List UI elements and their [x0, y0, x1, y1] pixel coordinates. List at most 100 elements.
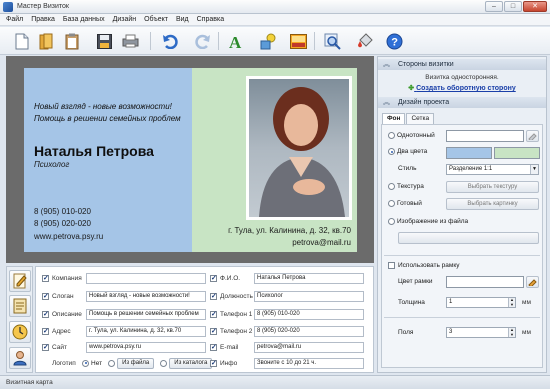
phone-2-checkbox[interactable]: ✓ [210, 327, 217, 335]
save-button[interactable] [94, 31, 114, 51]
frame-color-picker-button[interactable] [526, 276, 539, 288]
solid-color-picker-button[interactable] [526, 130, 539, 142]
card-photo[interactable] [246, 76, 352, 220]
logo-file-radio[interactable] [108, 359, 116, 367]
logo-label: Логотип [52, 359, 76, 367]
edit-document-icon [13, 273, 27, 289]
card-canvas: Новый взгляд - новые возможности! Помощь… [6, 56, 374, 263]
card-phone-2[interactable]: 8 (905) 020-020 [34, 219, 91, 228]
solid-radio[interactable] [388, 132, 395, 139]
paint-button[interactable] [354, 31, 374, 51]
add-text-button[interactable]: A [226, 31, 246, 51]
style-select[interactable]: Разделение 1:1 ▼ [446, 164, 539, 175]
two-colors-radio[interactable] [388, 148, 395, 155]
email-field[interactable]: petrova@mail.ru [254, 341, 364, 353]
redo-button[interactable] [192, 31, 212, 51]
card-slogan[interactable]: Новый взгляд - новые возможности! [34, 102, 172, 111]
texture-radio[interactable] [388, 183, 395, 190]
templates-button[interactable] [9, 295, 31, 317]
card-phone-1[interactable]: 8 (905) 010-020 [34, 207, 91, 216]
menu-help[interactable]: Справка [197, 16, 224, 23]
portrait-illustration [259, 87, 345, 217]
menu-edit[interactable]: Правка [31, 16, 55, 23]
history-button[interactable] [9, 321, 31, 343]
card-post[interactable]: Психолог [34, 160, 69, 169]
tab-grid[interactable]: Сетка [406, 113, 435, 124]
phone-1-checkbox[interactable]: ✓ [210, 310, 217, 318]
color-a-swatch[interactable] [446, 147, 492, 159]
thickness-stepper[interactable]: 1 ▲ ▼ [446, 297, 516, 308]
card-description[interactable]: Помощь в решении семейных проблем [34, 114, 181, 123]
help-button[interactable]: ? [384, 31, 404, 51]
phone-1-field[interactable]: 8 (905) 010-020 [254, 308, 364, 320]
margins-stepper[interactable]: 3 ▲ ▼ [446, 327, 516, 338]
undo-button[interactable] [160, 31, 180, 51]
company-checkbox[interactable]: ✓ [42, 274, 49, 282]
image-file-button[interactable] [398, 232, 539, 244]
add-shape-button[interactable] [258, 31, 278, 51]
phone-2-field[interactable]: 8 (905) 020-020 [254, 325, 364, 337]
info-field[interactable]: Звоните с 10 до 21 ч. [254, 357, 364, 369]
menu-design[interactable]: Дизайн [113, 16, 137, 23]
tab-background[interactable]: Фон [382, 113, 406, 124]
shapes-icon [260, 33, 275, 49]
choose-picture-button[interactable]: Выбрать картинку [446, 198, 539, 210]
maximize-button[interactable]: □ [504, 1, 522, 12]
collapse-chevron-icon: ︽ [383, 99, 390, 106]
choose-texture-button[interactable]: Выбрать текстуру [446, 181, 539, 193]
new-document-button[interactable] [12, 31, 32, 51]
menu-object[interactable]: Объект [144, 16, 168, 23]
description-checkbox[interactable]: ✓ [42, 310, 49, 318]
site-field[interactable]: www.petrova.psy.ru [86, 341, 206, 353]
business-card[interactable]: Новый взгляд - новые возможности! Помощь… [24, 68, 357, 252]
card-address[interactable]: г. Тула, ул. Калинина, д. 32, кв.70 [228, 226, 351, 235]
solid-color-swatch[interactable] [446, 130, 524, 142]
color-b-swatch[interactable] [494, 147, 540, 159]
add-image-button[interactable] [288, 31, 308, 51]
logo-from-file-button[interactable]: Из файла [117, 357, 155, 369]
logo-row: Логотип Нет Из файла Из каталога [42, 357, 213, 369]
close-button[interactable]: ✕ [523, 1, 547, 12]
use-frame-checkbox[interactable]: ✓ [388, 262, 395, 269]
logo-none-radio[interactable] [82, 359, 89, 367]
menu-database[interactable]: База данных [63, 16, 105, 23]
zoom-button[interactable] [322, 31, 342, 51]
email-checkbox[interactable]: ✓ [210, 343, 217, 351]
card-email[interactable]: petrova@mail.ru [292, 238, 351, 247]
menu-view[interactable]: Вид [176, 16, 189, 23]
post-checkbox[interactable]: ✓ [210, 292, 217, 300]
eyedropper-icon [528, 133, 537, 142]
contacts-button[interactable] [9, 347, 31, 369]
card-site[interactable]: www.petrova.psy.ru [34, 232, 103, 241]
slogan-checkbox[interactable]: ✓ [42, 292, 49, 300]
edit-text-button[interactable] [9, 270, 31, 292]
fio-field[interactable]: Наталья Петрова [254, 272, 364, 284]
slogan-field[interactable]: Новый взгляд - новые возможности! [86, 290, 206, 302]
frame-color-swatch[interactable] [446, 276, 524, 288]
portrait-photo [249, 79, 349, 217]
description-field[interactable]: Помощь в решении семейных проблем [86, 308, 206, 320]
menu-file[interactable]: Файл [6, 16, 23, 23]
info-checkbox[interactable]: ✓ [210, 359, 217, 367]
post-field[interactable]: Психолог [254, 290, 364, 302]
open-button[interactable] [36, 31, 56, 51]
minimize-button[interactable]: – [485, 1, 503, 12]
address-checkbox[interactable]: ✓ [42, 327, 49, 335]
sides-section-header[interactable]: ︽ Стороны визитки [378, 59, 546, 70]
address-field[interactable]: г. Тула, ул. Калинина, д. 32, кв.70 [86, 325, 206, 337]
site-checkbox[interactable]: ✓ [42, 343, 49, 351]
email-label: E-mail [220, 343, 239, 351]
ready-radio[interactable] [388, 200, 395, 207]
sides-section-title: Стороны визитки [398, 61, 454, 68]
create-back-side-link[interactable]: ✤ Создать оборотную сторону [378, 84, 546, 92]
logo-catalog-radio[interactable] [160, 359, 168, 367]
image-file-radio[interactable] [388, 218, 395, 225]
design-section-header[interactable]: ︽ Дизайн проекта [378, 97, 546, 108]
templates-icon [13, 298, 27, 314]
print-button[interactable] [120, 31, 140, 51]
card-fio[interactable]: Наталья Петрова [34, 143, 154, 159]
fio-checkbox[interactable]: ✓ [210, 274, 217, 282]
logo-from-catalog-button[interactable]: Из каталога [169, 357, 213, 369]
company-field[interactable] [86, 272, 206, 284]
paste-button[interactable] [62, 31, 82, 51]
